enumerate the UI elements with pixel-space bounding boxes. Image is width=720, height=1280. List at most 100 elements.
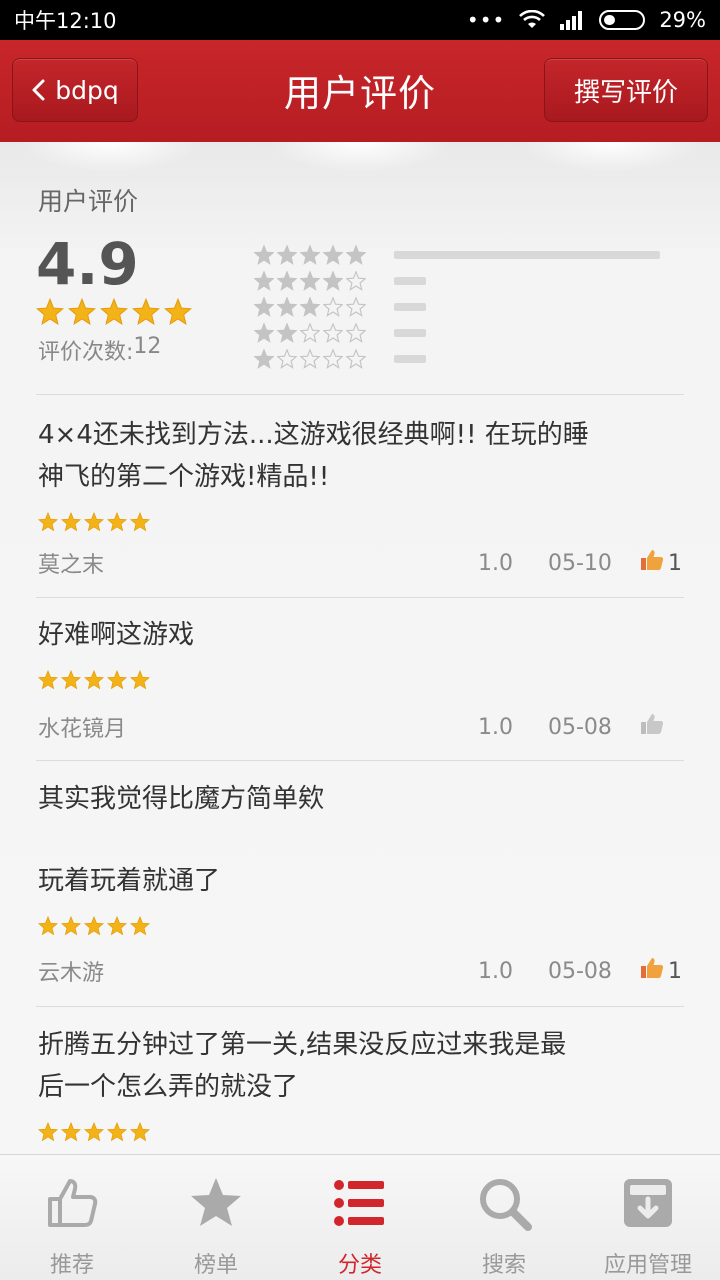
star-empty-icon: [346, 349, 366, 369]
star-filled-icon: [38, 916, 58, 936]
star-filled-icon: [254, 245, 274, 265]
status-bar: 中午12:10 ••• 29%: [0, 0, 720, 40]
distribution-row: [254, 294, 674, 320]
star-filled-icon: [346, 245, 366, 265]
back-button[interactable]: bdpq: [12, 58, 138, 122]
star-filled-icon: [277, 323, 297, 343]
distribution-row: [254, 268, 674, 294]
review-author: 云木游: [38, 961, 105, 986]
thumbs-up-glyph: [641, 714, 664, 734]
rating-count: 评价次数: 12: [38, 334, 161, 366]
star-filled-icon: [107, 512, 127, 532]
review-text-line: 其实我觉得比魔方简单欸: [38, 784, 325, 814]
search-icon: [480, 1179, 532, 1231]
star-empty-icon: [346, 323, 366, 343]
review-date: 05-08: [548, 958, 612, 984]
star-filled-icon: [130, 670, 150, 690]
review-version: 1.0: [478, 714, 513, 740]
distribution-bar-fill: [394, 303, 426, 311]
nav-label: 搜索: [481, 1253, 526, 1278]
rating-distribution: [254, 242, 674, 372]
thumbs-up-icon: [640, 548, 664, 578]
reviews-content[interactable]: 用户评价 4.9 评价次数: 12 4×4还未找到方法...这游戏很经典啊!! …: [0, 142, 720, 1154]
rating-count-value: 12: [133, 334, 162, 359]
page-title: 用户评价: [284, 72, 436, 115]
nav-label: 榜单: [193, 1253, 238, 1278]
star-filled-icon: [132, 298, 160, 326]
star-filled-icon: [61, 670, 81, 690]
star-empty-icon: [346, 271, 366, 291]
thumbs-up-icon: [48, 1179, 98, 1227]
review-stars: [38, 512, 682, 532]
nav-item-categories[interactable]: 分类: [288, 1155, 432, 1280]
review-meta: 莫之末 1.0 05-10 1: [38, 546, 682, 580]
like-button[interactable]: [640, 712, 682, 742]
review-author: 水花镜月: [38, 717, 127, 742]
signal-icon: [560, 11, 583, 30]
review-text-line: 后一个怎么弄的就没了: [38, 1072, 299, 1102]
like-count: 1: [668, 958, 682, 984]
review-version: 1.0: [478, 958, 513, 984]
star-filled-icon: [107, 670, 127, 690]
review-text-line: 玩着玩着就通了: [38, 866, 221, 896]
nav-item-app-manager[interactable]: 应用管理: [576, 1155, 720, 1280]
divider: [36, 1006, 684, 1007]
battery-level: [604, 15, 616, 25]
star-icon: [191, 1178, 241, 1226]
wifi-icon: [519, 10, 546, 28]
distribution-stars: [254, 245, 394, 265]
review-date: 05-10: [548, 550, 612, 576]
nav-item-search[interactable]: 搜索: [432, 1155, 576, 1280]
star-filled-icon: [130, 1122, 150, 1142]
star-filled-icon: [61, 1122, 81, 1142]
like-count: 1: [668, 550, 682, 576]
distribution-bar: [394, 355, 660, 363]
review-meta: 云木游 1.0 05-08 1: [38, 954, 682, 988]
star-filled-icon: [164, 298, 192, 326]
star-filled-icon: [36, 298, 64, 326]
star-filled-icon: [277, 245, 297, 265]
star-filled-icon: [68, 298, 96, 326]
nav-label: 推荐: [49, 1253, 94, 1278]
star-filled-icon: [100, 298, 128, 326]
distribution-stars: [254, 271, 394, 291]
star-filled-icon: [38, 512, 58, 532]
review-text-line: 折腾五分钟过了第一关,结果没反应过来我是最: [38, 1030, 567, 1060]
star-empty-icon: [300, 323, 320, 343]
star-filled-icon: [300, 271, 320, 291]
section-label: 用户评价: [38, 187, 139, 216]
nav-item-recommend[interactable]: 推荐: [0, 1155, 144, 1280]
star-filled-icon: [300, 297, 320, 317]
star-filled-icon: [323, 245, 343, 265]
thumbs-up-glyph: [641, 550, 664, 570]
thumbs-up-icon: [640, 712, 664, 742]
chevron-left-icon: [32, 79, 45, 101]
review-text: 4×4还未找到方法...这游戏很经典啊!! 在玩的睡 神飞的第二个游戏!精品!!: [38, 414, 682, 498]
review-item: 折腾五分钟过了第一关,结果没反应过来我是最 后一个怎么弄的就没了: [38, 1024, 682, 1154]
rating-count-label: 评价次数:: [38, 340, 134, 365]
distribution-bar-fill: [394, 277, 426, 285]
star-filled-icon: [61, 512, 81, 532]
thumbs-up-glyph: [641, 958, 664, 978]
distribution-bar-fill: [394, 329, 426, 337]
review-text: 好难啊这游戏: [38, 614, 682, 656]
review-item: 其实我觉得比魔方简单欸 玩着玩着就通了 云木游 1.0 05-08 1: [38, 778, 682, 1008]
like-button[interactable]: 1: [640, 956, 682, 986]
star-filled-icon: [300, 245, 320, 265]
nav-item-rankings[interactable]: 榜单: [144, 1155, 288, 1280]
star-filled-icon: [254, 323, 274, 343]
star-filled-icon: [84, 1122, 104, 1142]
star-filled-icon: [84, 512, 104, 532]
star-filled-icon: [107, 916, 127, 936]
back-button-label: bdpq: [55, 75, 119, 105]
distribution-bar-fill: [394, 251, 660, 259]
review-item: 4×4还未找到方法...这游戏很经典啊!! 在玩的睡 神飞的第二个游戏!精品!!…: [38, 414, 682, 598]
status-time: 中午12:10: [14, 9, 117, 33]
review-meta: 水花镜月 1.0 05-08: [38, 710, 682, 744]
distribution-bar: [394, 251, 660, 259]
battery-percent: 29%: [659, 8, 706, 32]
like-button[interactable]: 1: [640, 548, 682, 578]
distribution-stars: [254, 349, 394, 369]
star-filled-icon: [61, 916, 81, 936]
write-review-button[interactable]: 撰写评价: [544, 58, 708, 122]
